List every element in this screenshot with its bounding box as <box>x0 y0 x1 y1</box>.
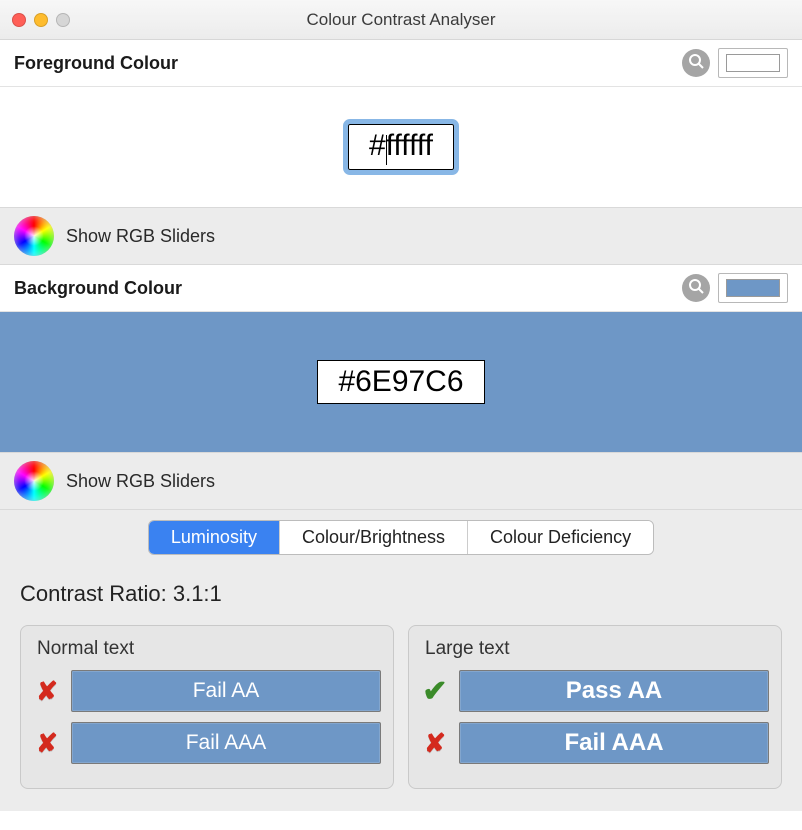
normal-aa-row: ✘ Fail AA <box>33 670 381 712</box>
foreground-swatch-button[interactable] <box>718 48 788 78</box>
normal-text-panel: Normal text ✘ Fail AA ✘ Fail AAA <box>20 625 394 789</box>
foreground-eyedropper-button[interactable] <box>682 49 710 77</box>
background-sliders-label: Show RGB Sliders <box>66 471 215 492</box>
large-text-title: Large text <box>425 638 765 660</box>
foreground-label: Foreground Colour <box>14 53 178 74</box>
large-aaa-row: ✘ Fail AAA <box>421 722 769 764</box>
window-controls <box>12 13 70 27</box>
foreground-hex-field-wrap[interactable]: #ffffff <box>348 124 454 171</box>
normal-text-title: Normal text <box>37 638 377 660</box>
close-window-button[interactable] <box>12 13 26 27</box>
large-aa-row: ✔ Pass AA <box>421 670 769 712</box>
background-eyedropper-button[interactable] <box>682 274 710 302</box>
foreground-header: Foreground Colour <box>0 40 802 87</box>
background-swatch <box>726 279 780 297</box>
large-aa-result: Pass AA <box>459 670 769 712</box>
background-hex-field-wrap[interactable]: #6E97C6 <box>317 360 484 404</box>
background-swatch-button[interactable] <box>718 273 788 303</box>
results-area: Contrast Ratio: 3.1:1 Normal text ✘ Fail… <box>0 561 802 811</box>
fail-icon: ✘ <box>421 728 449 759</box>
color-wheel-icon <box>14 216 54 256</box>
tabs-container: Luminosity Colour/Brightness Colour Defi… <box>0 510 802 561</box>
minimize-window-button[interactable] <box>34 13 48 27</box>
foreground-swatch <box>726 54 780 72</box>
large-text-panel: Large text ✔ Pass AA ✘ Fail AAA <box>408 625 782 789</box>
contrast-ratio-label: Contrast Ratio: 3.1:1 <box>20 581 782 607</box>
background-header: Background Colour <box>0 265 802 312</box>
segmented-control: Luminosity Colour/Brightness Colour Defi… <box>148 520 654 555</box>
window-title: Colour Contrast Analyser <box>0 10 802 30</box>
search-icon <box>688 278 704 299</box>
normal-aa-result: Fail AA <box>71 670 381 712</box>
foreground-hex-input[interactable]: ffffff <box>386 129 433 162</box>
normal-aaa-row: ✘ Fail AAA <box>33 722 381 764</box>
search-icon <box>688 53 704 74</box>
normal-aaa-result: Fail AAA <box>71 722 381 764</box>
color-wheel-icon <box>14 461 54 501</box>
large-aaa-result: Fail AAA <box>459 722 769 764</box>
background-hex-input[interactable]: #6E97C6 <box>338 365 463 398</box>
tab-colour-brightness[interactable]: Colour/Brightness <box>280 521 468 554</box>
background-sliders-toggle[interactable]: Show RGB Sliders <box>0 452 802 510</box>
fail-icon: ✘ <box>33 676 61 707</box>
tab-colour-deficiency[interactable]: Colour Deficiency <box>468 521 653 554</box>
background-preview-area: #6E97C6 <box>0 312 802 452</box>
foreground-sliders-label: Show RGB Sliders <box>66 226 215 247</box>
pass-icon: ✔ <box>421 674 449 709</box>
tab-luminosity[interactable]: Luminosity <box>149 521 280 554</box>
zoom-window-button[interactable] <box>56 13 70 27</box>
foreground-sliders-toggle[interactable]: Show RGB Sliders <box>0 207 802 265</box>
titlebar: Colour Contrast Analyser <box>0 0 802 40</box>
foreground-preview-area: #ffffff <box>0 87 802 207</box>
fail-icon: ✘ <box>33 728 61 759</box>
background-label: Background Colour <box>14 278 182 299</box>
